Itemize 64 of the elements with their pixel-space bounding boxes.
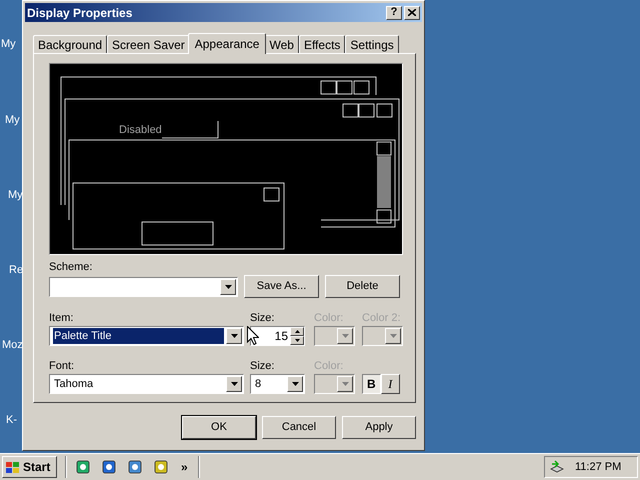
italic-button[interactable]: I [380,374,400,394]
tab[interactable]: Web [264,35,299,53]
cursor-icon [247,326,259,345]
dropdown-arrow-button[interactable] [337,328,353,344]
tab[interactable]: Effects [298,35,346,53]
close-button[interactable] [404,6,420,20]
start-button[interactable]: Start [2,456,57,478]
tab[interactable]: Background [33,35,108,53]
color-picker[interactable] [362,326,403,346]
down-arrow-icon [294,339,300,342]
dropdown-arrow-button[interactable] [220,278,236,294]
disabled-label: Disabled [119,124,162,136]
tab[interactable]: Screen Saver [107,35,190,53]
tab[interactable]: Appearance [188,33,266,54]
caret-icon [230,334,238,338]
desktop-icon-label[interactable]: Re [9,264,24,276]
network-icon[interactable] [549,459,565,475]
caret-icon [390,334,396,338]
help-button[interactable]: ? [386,6,402,20]
combo-value: Tahoma [53,376,94,392]
spin-down-button[interactable] [290,336,304,345]
color-picker[interactable] [314,326,355,346]
desktop-icon-label[interactable]: My [5,114,20,126]
dropdown-arrow-button[interactable] [337,376,353,392]
dialog-button[interactable]: OK [182,416,256,439]
size-value: 15 [274,328,288,345]
dropdown-arrow-button[interactable] [287,376,303,392]
color-picker[interactable] [314,374,355,394]
caret-icon [342,382,348,386]
combo-value: 8 [254,376,262,392]
field-label: Scheme: [49,260,94,274]
desktop-icon-label[interactable]: K- [6,414,17,426]
caret-icon [230,382,238,386]
clock: 11:27 PM [575,460,622,475]
font-size-dropdown[interactable]: 8 [250,374,305,394]
combo-value: Palette Title [53,328,224,344]
bold-button[interactable]: B [362,374,381,394]
window-title: Display Properties [27,4,134,22]
dropdown-arrow-button[interactable] [226,328,242,344]
close-icon [408,9,416,16]
windows-logo-icon [5,460,21,474]
field-label: Size: [250,311,276,325]
desktop-icon-label[interactable]: My [8,189,23,201]
field-label: Item: [49,311,74,325]
item-dropdown[interactable]: Palette Title [49,326,244,346]
dialog-button[interactable]: Cancel [262,416,336,439]
save-as-button[interactable]: Save As... [244,275,319,298]
caret-icon [292,382,298,386]
more-chevron[interactable]: » [181,458,188,476]
desktop-icon-label[interactable]: My [1,38,16,50]
field-label: Size: [250,359,276,373]
field-label: Font: [49,359,76,373]
dropdown-arrow-button[interactable] [385,328,401,344]
desktop-icon-label[interactable]: Moz [2,339,23,351]
up-arrow-icon [294,330,300,333]
font-dropdown[interactable]: Tahoma [49,374,244,394]
spin-up-button[interactable] [290,327,304,336]
caret-icon [342,334,348,338]
dialog-button[interactable]: Apply [342,416,416,439]
tab[interactable]: Settings [345,35,399,53]
caret-icon [224,284,232,288]
dropdown-arrow-button[interactable] [226,376,242,392]
delete-button[interactable]: Delete [325,275,400,298]
scheme-dropdown[interactable] [49,276,238,296]
